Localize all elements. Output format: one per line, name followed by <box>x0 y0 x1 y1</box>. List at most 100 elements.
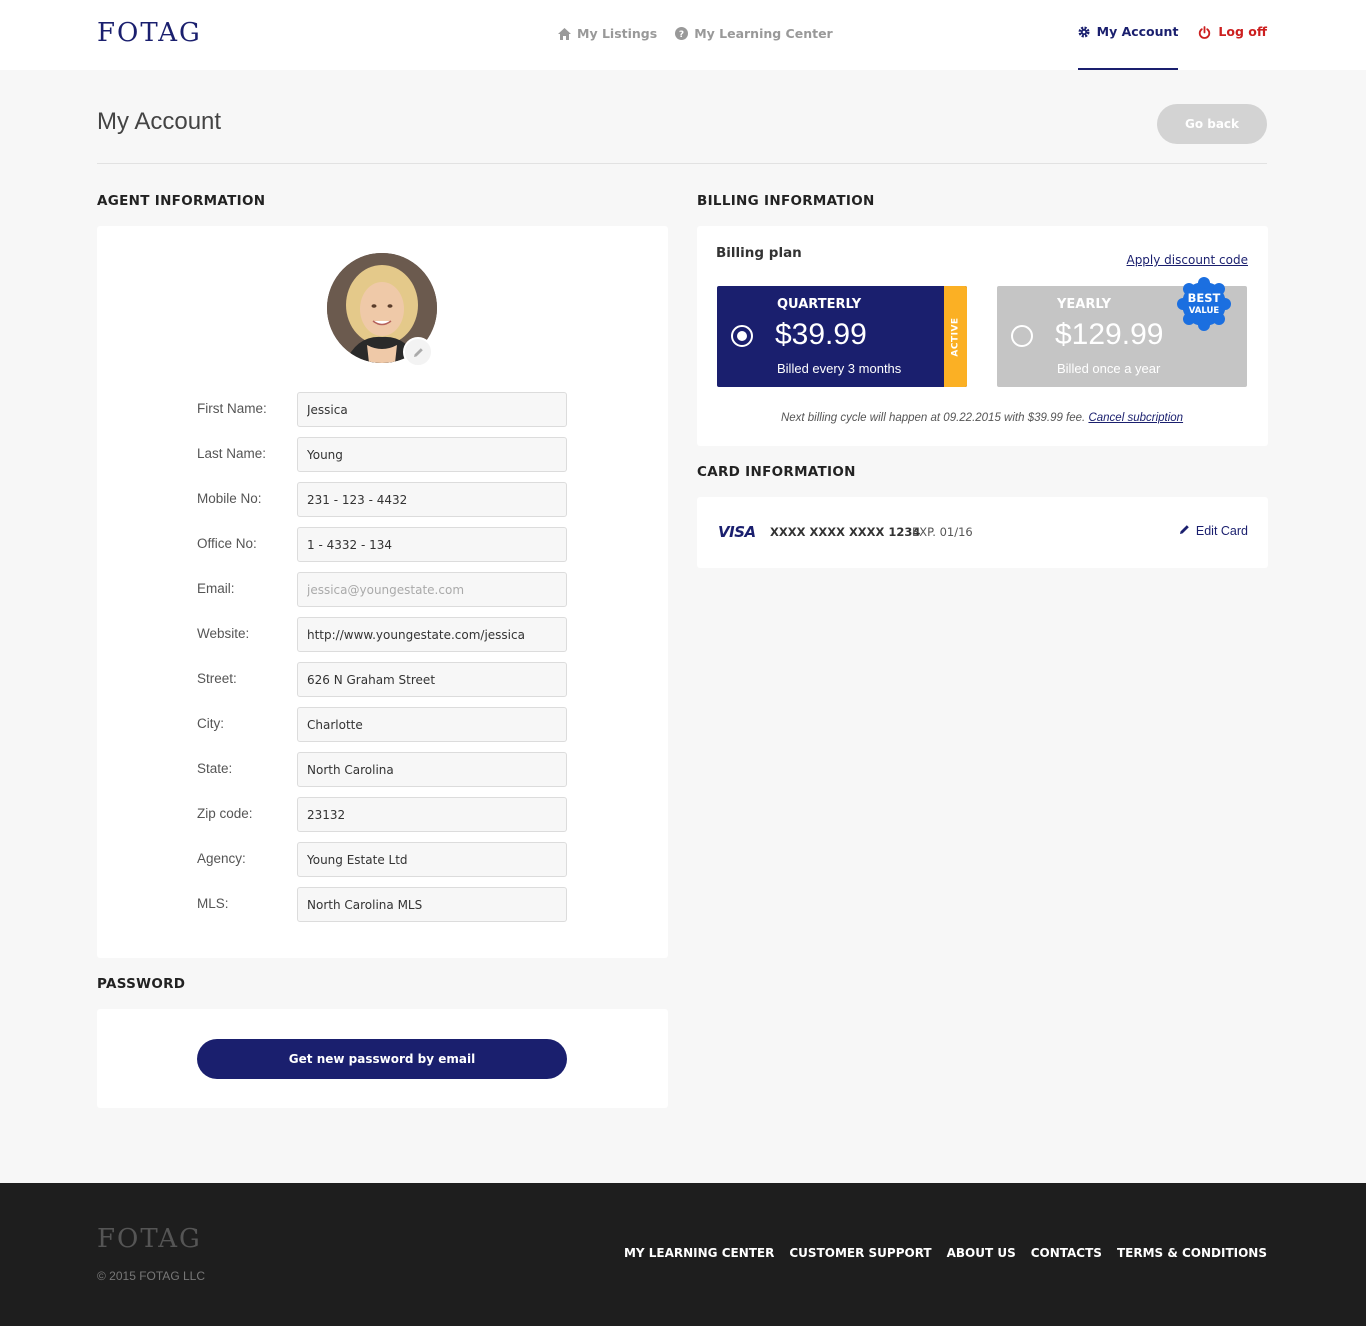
form-row-office: Office No: <box>197 527 567 562</box>
question-circle-icon: ? <box>675 27 689 40</box>
nav-my-account-label: My Account <box>1096 24 1179 39</box>
edit-card-label: Edit Card <box>1195 524 1248 538</box>
best-value-line2: VALUE <box>1188 306 1220 316</box>
agency-label: Agency: <box>197 851 246 866</box>
last-name-label: Last Name: <box>197 446 267 461</box>
plan-quarterly-price: $39.99 <box>775 318 867 351</box>
plan-yearly-price: $129.99 <box>1055 318 1164 351</box>
billing-plan-label: Billing plan <box>716 245 802 261</box>
first-name-input[interactable] <box>297 392 567 427</box>
zip-input[interactable] <box>297 797 567 832</box>
form-row-website: Website: <box>197 617 567 652</box>
footer: FOTAG © 2015 FOTAG LLC MY LEARNING CENTE… <box>0 1183 1366 1326</box>
plan-yearly-name: YEARLY <box>1057 297 1112 312</box>
form-row-mobile: Mobile No: <box>197 482 567 517</box>
state-label: State: <box>197 761 233 776</box>
form-row-mls: MLS: <box>197 887 567 922</box>
active-badge-label: ACTIVE <box>950 316 961 357</box>
first-name-label: First Name: <box>197 401 267 416</box>
main-nav: My Listings ? My Learning Center <box>558 26 833 41</box>
footer-copyright: © 2015 FOTAG LLC <box>97 1269 205 1283</box>
city-input[interactable] <box>297 707 567 742</box>
agent-info-card: First Name: Last Name: Mobile No: Office… <box>97 226 668 958</box>
footer-logo[interactable]: FOTAG <box>97 1224 202 1254</box>
office-label: Office No: <box>197 536 257 551</box>
title-divider <box>97 163 1267 164</box>
mls-input[interactable] <box>297 887 567 922</box>
form-row-agency: Agency: <box>197 842 567 877</box>
website-label: Website: <box>197 626 250 641</box>
nav-my-account[interactable]: My Account <box>1077 24 1179 70</box>
billing-note: Next billing cycle will happen at 09.22.… <box>697 412 1267 424</box>
logo[interactable]: FOTAG <box>97 18 202 48</box>
avatar-wrapper <box>327 253 437 367</box>
power-icon <box>1198 26 1211 42</box>
email-label: Email: <box>197 581 235 596</box>
best-value-badge: BEST VALUE <box>1177 277 1231 331</box>
footer-link-contacts[interactable]: CONTACTS <box>1031 1246 1102 1260</box>
last-name-input[interactable] <box>297 437 567 472</box>
street-label: Street: <box>197 671 237 686</box>
footer-link-terms[interactable]: TERMS & CONDITIONS <box>1117 1246 1267 1260</box>
plan-yearly-radio[interactable] <box>1011 325 1033 347</box>
apply-discount-link[interactable]: Apply discount code <box>1126 253 1248 267</box>
get-new-password-button[interactable]: Get new password by email <box>197 1039 567 1079</box>
street-input[interactable] <box>297 662 567 697</box>
go-back-button[interactable]: Go back <box>1157 104 1267 144</box>
agency-input[interactable] <box>297 842 567 877</box>
billing-card: Billing plan Apply discount code QUARTER… <box>697 226 1268 446</box>
visa-logo: VISA <box>718 523 756 541</box>
footer-link-about-us[interactable]: ABOUT US <box>947 1246 1016 1260</box>
form-row-city: City: <box>197 707 567 742</box>
nav-log-off-label: Log off <box>1218 24 1267 39</box>
card-info-heading: CARD INFORMATION <box>697 464 856 480</box>
footer-link-customer-support[interactable]: CUSTOMER SUPPORT <box>789 1246 931 1260</box>
nav-my-listings-label: My Listings <box>577 26 658 41</box>
edit-card-link[interactable]: Edit Card <box>1179 524 1248 538</box>
billing-note-text: Next billing cycle will happen at 09.22.… <box>780 412 1086 424</box>
mobile-input[interactable] <box>297 482 567 517</box>
plan-quarterly-radio[interactable] <box>731 325 753 347</box>
nav-learning-center[interactable]: ? My Learning Center <box>675 26 833 41</box>
plan-yearly-subtitle: Billed once a year <box>1057 361 1161 376</box>
footer-links: MY LEARNING CENTER CUSTOMER SUPPORT ABOU… <box>624 1246 1267 1260</box>
email-input[interactable] <box>297 572 567 607</box>
active-tab-underline <box>1077 68 1179 70</box>
active-badge: ACTIVE <box>944 286 967 387</box>
agent-info-heading: AGENT INFORMATION <box>97 193 266 209</box>
form-row-state: State: <box>197 752 567 787</box>
city-label: City: <box>197 716 224 731</box>
home-icon <box>558 27 571 40</box>
card-number: XXXX XXXX XXXX 1234 <box>770 525 921 539</box>
form-row-street: Street: <box>197 662 567 697</box>
page-title: My Account <box>97 108 222 135</box>
billing-info-heading: BILLING INFORMATION <box>697 193 875 209</box>
state-input[interactable] <box>297 752 567 787</box>
office-input[interactable] <box>297 527 567 562</box>
nav-learning-center-label: My Learning Center <box>694 26 833 41</box>
form-row-email: Email: <box>197 572 567 607</box>
best-value-line1: BEST <box>1187 291 1221 305</box>
form-row-last-name: Last Name: <box>197 437 567 472</box>
pencil-icon <box>1179 524 1190 538</box>
plan-quarterly-subtitle: Billed every 3 months <box>777 361 902 376</box>
account-nav: My Account Log off <box>1077 24 1267 70</box>
form-row-zip: Zip code: <box>197 797 567 832</box>
zip-label: Zip code: <box>197 806 253 821</box>
svg-text:?: ? <box>679 30 684 40</box>
password-card: Get new password by email <box>97 1009 668 1108</box>
cancel-subscription-link[interactable]: Cancel subcription <box>1088 412 1183 424</box>
mls-label: MLS: <box>197 896 229 911</box>
password-heading: PASSWORD <box>97 976 186 992</box>
top-header: FOTAG My Listings ? My Learning Center M… <box>0 0 1366 70</box>
form-row-first-name: First Name: <box>197 392 567 427</box>
card-info-card: VISA XXXX XXXX XXXX 1234 EXP. 01/16 Edit… <box>697 497 1268 568</box>
plan-quarterly-name: QUARTERLY <box>777 297 862 312</box>
nav-log-off[interactable]: Log off <box>1198 24 1267 70</box>
pencil-icon <box>413 343 424 362</box>
footer-link-learning-center[interactable]: MY LEARNING CENTER <box>624 1246 774 1260</box>
nav-my-listings[interactable]: My Listings <box>558 26 657 41</box>
website-input[interactable] <box>297 617 567 652</box>
plan-quarterly[interactable]: QUARTERLY $39.99 Billed every 3 months A… <box>717 286 967 387</box>
avatar-edit-button[interactable] <box>403 337 433 367</box>
